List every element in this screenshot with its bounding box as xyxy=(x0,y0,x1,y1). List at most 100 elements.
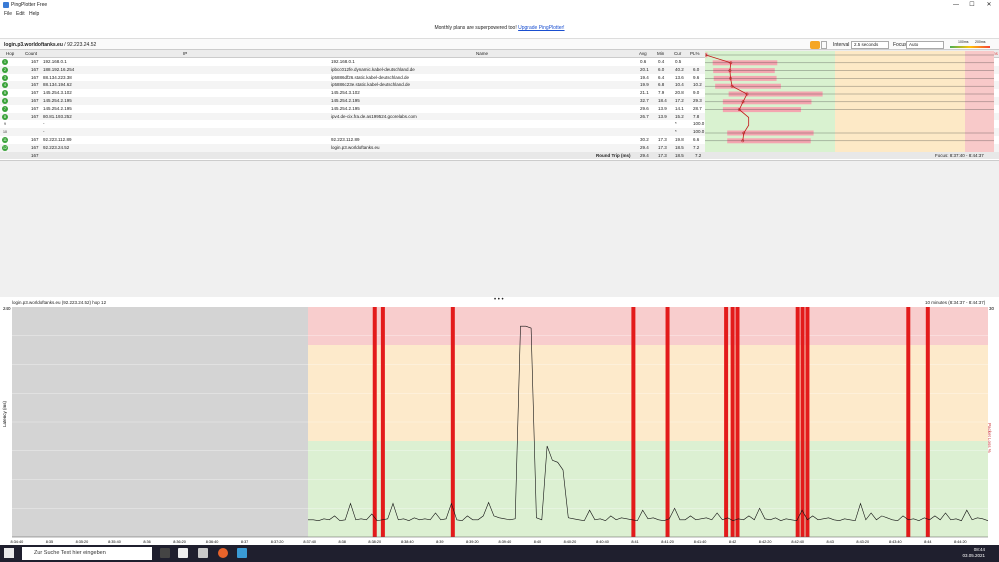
cell-name: 145.254.2.195 xyxy=(331,105,360,111)
cell-min: 7.9 xyxy=(658,90,665,96)
cell-min: 0.4 xyxy=(658,59,665,64)
cell-cur: 14.1 xyxy=(675,105,684,111)
col-count[interactable]: Count xyxy=(25,50,37,58)
cell-cur: * xyxy=(675,129,677,135)
hop-status-icon: 2 xyxy=(2,66,8,73)
cell-count: 167 xyxy=(31,144,39,150)
target-label: login.p3.worldoftanks.eu / 92.223.24.52 xyxy=(4,42,96,48)
target-ip: / 92.223.24.52 xyxy=(62,42,97,48)
hop-status-icon: 7 xyxy=(2,105,8,112)
packet-loss-marker xyxy=(795,307,800,537)
cell-count: 167 xyxy=(31,137,39,142)
app-icon-2[interactable] xyxy=(198,548,208,558)
cell-name: ipbcc012fe.dynamic.kabel-deutschland.de xyxy=(331,66,415,72)
cell-ip: 92.223.24.52 xyxy=(43,144,70,150)
x-tick-label: 8:38 xyxy=(339,540,346,544)
cell-count: 167 xyxy=(31,66,39,72)
y-max-label: 240 xyxy=(3,306,11,311)
col-min[interactable]: Min xyxy=(657,50,664,58)
x-tick-label: 8:35 xyxy=(46,540,53,544)
graph-zone-bad xyxy=(308,307,988,345)
cell-ip: 88.134.194.62 xyxy=(43,82,72,88)
hop-status-icon: 5 xyxy=(2,90,8,97)
packet-loss-marker xyxy=(906,307,911,537)
packet-loss-marker xyxy=(800,307,805,537)
app-icon xyxy=(3,2,9,8)
cell-min: 18.4 xyxy=(658,98,667,103)
graph-zone-warn xyxy=(308,345,988,441)
menu-help[interactable]: Help xyxy=(29,11,39,17)
cell-count: 167 xyxy=(31,74,39,80)
windows-start-icon[interactable] xyxy=(4,548,14,558)
packet-loss-marker xyxy=(631,307,636,537)
upgrade-link[interactable]: Upgrade PingPlotter! xyxy=(518,25,564,31)
firefox-icon[interactable] xyxy=(218,548,228,558)
packet-loss-marker xyxy=(925,307,930,537)
pingplotter-taskbar-icon[interactable] xyxy=(237,548,247,558)
cell-name: login.p3.worldoftanks.eu xyxy=(331,144,380,150)
y2-axis-label: Packet Loss % xyxy=(987,423,992,453)
hop-status-icon: 8 xyxy=(2,113,8,120)
cell-ip: 80.81.193.252 xyxy=(43,113,72,119)
footer-pl: 7.2 xyxy=(695,152,702,158)
x-tick-label: 8:35:20 xyxy=(76,540,89,544)
hop-status-icon: 6 xyxy=(2,98,8,104)
latency-zone-bad xyxy=(965,51,994,152)
col-pl[interactable]: PL% xyxy=(690,50,700,58)
packet-loss-marker xyxy=(450,307,455,537)
maximize-button[interactable]: ☐ xyxy=(968,1,976,9)
cell-pl: 9.0 xyxy=(693,90,700,96)
cell-ip: 192.168.0.1 xyxy=(43,59,67,64)
col-ip[interactable]: IP xyxy=(183,50,187,58)
title-bar: PingPlotter Free — ☐ ✕ xyxy=(0,0,999,10)
footer-avg: 29.4 xyxy=(640,152,649,158)
close-button[interactable]: ✕ xyxy=(985,1,993,9)
x-tick-label: 8:42:40 xyxy=(791,540,804,544)
cell-avg: 20.1 xyxy=(640,66,649,72)
menu-file[interactable]: File xyxy=(4,11,12,17)
interval-label: Interval xyxy=(833,42,850,48)
menu-edit[interactable]: Edit xyxy=(16,11,25,17)
x-tick-label: 8:38:20 xyxy=(368,540,381,544)
packet-loss-marker xyxy=(735,307,740,537)
packet-loss-marker xyxy=(665,307,670,537)
task-view-icon[interactable] xyxy=(160,548,170,558)
cell-cur: 13.6 xyxy=(675,74,684,80)
col-avg[interactable]: Avg xyxy=(639,50,647,58)
cell-min: 17.3 xyxy=(658,144,667,150)
cell-avg: 32.7 xyxy=(640,98,649,103)
hop-status-icon: 3 xyxy=(2,74,8,81)
cell-ip: 145.254.2.195 xyxy=(43,98,72,103)
focus-select[interactable]: Auto xyxy=(906,41,944,49)
scale-100ms: 100ms xyxy=(958,40,969,44)
cell-name: 145.254.3.102 xyxy=(331,90,360,96)
cell-pl: 10.2 xyxy=(693,82,702,88)
pause-button[interactable] xyxy=(810,41,820,49)
pause-dropdown-icon[interactable] xyxy=(821,41,827,49)
hop-status-icon: 4 xyxy=(2,82,8,89)
col-name[interactable]: Name xyxy=(476,50,488,58)
file-icon[interactable] xyxy=(178,548,188,558)
cell-name: 192.168.0.1 xyxy=(331,59,355,64)
interval-select[interactable]: 2.5 seconds xyxy=(851,41,889,49)
cell-min: 6.0 xyxy=(658,66,665,72)
packet-loss-marker xyxy=(380,307,385,537)
taskbar-search[interactable]: Zur Suche Text hier eingeben xyxy=(22,547,152,560)
x-tick-label: 8:44:20 xyxy=(954,540,967,544)
x-tick-label: 8:41:40 xyxy=(694,540,707,544)
x-tick-label: 8:43:40 xyxy=(889,540,902,544)
minimize-button[interactable]: — xyxy=(952,1,960,9)
col-cur[interactable]: Cur xyxy=(674,50,681,58)
cell-pl: 7.8 xyxy=(693,113,700,119)
x-tick-label: 8:43:20 xyxy=(856,540,869,544)
cell-pl: 7.2 xyxy=(693,144,700,150)
clock-date: 03.05.2021 xyxy=(962,553,985,558)
x-tick-label: 8:38:40 xyxy=(401,540,414,544)
x-tick-label: 8:41 xyxy=(631,540,638,544)
cell-ip: 145.254.2.195 xyxy=(43,105,72,111)
cell-min: 6.8 xyxy=(658,82,665,88)
graph-zone-good xyxy=(308,441,988,537)
col-hop[interactable]: Hop xyxy=(6,50,14,58)
cell-avg: 29.6 xyxy=(640,105,649,111)
cell-avg: 29.4 xyxy=(640,144,649,150)
